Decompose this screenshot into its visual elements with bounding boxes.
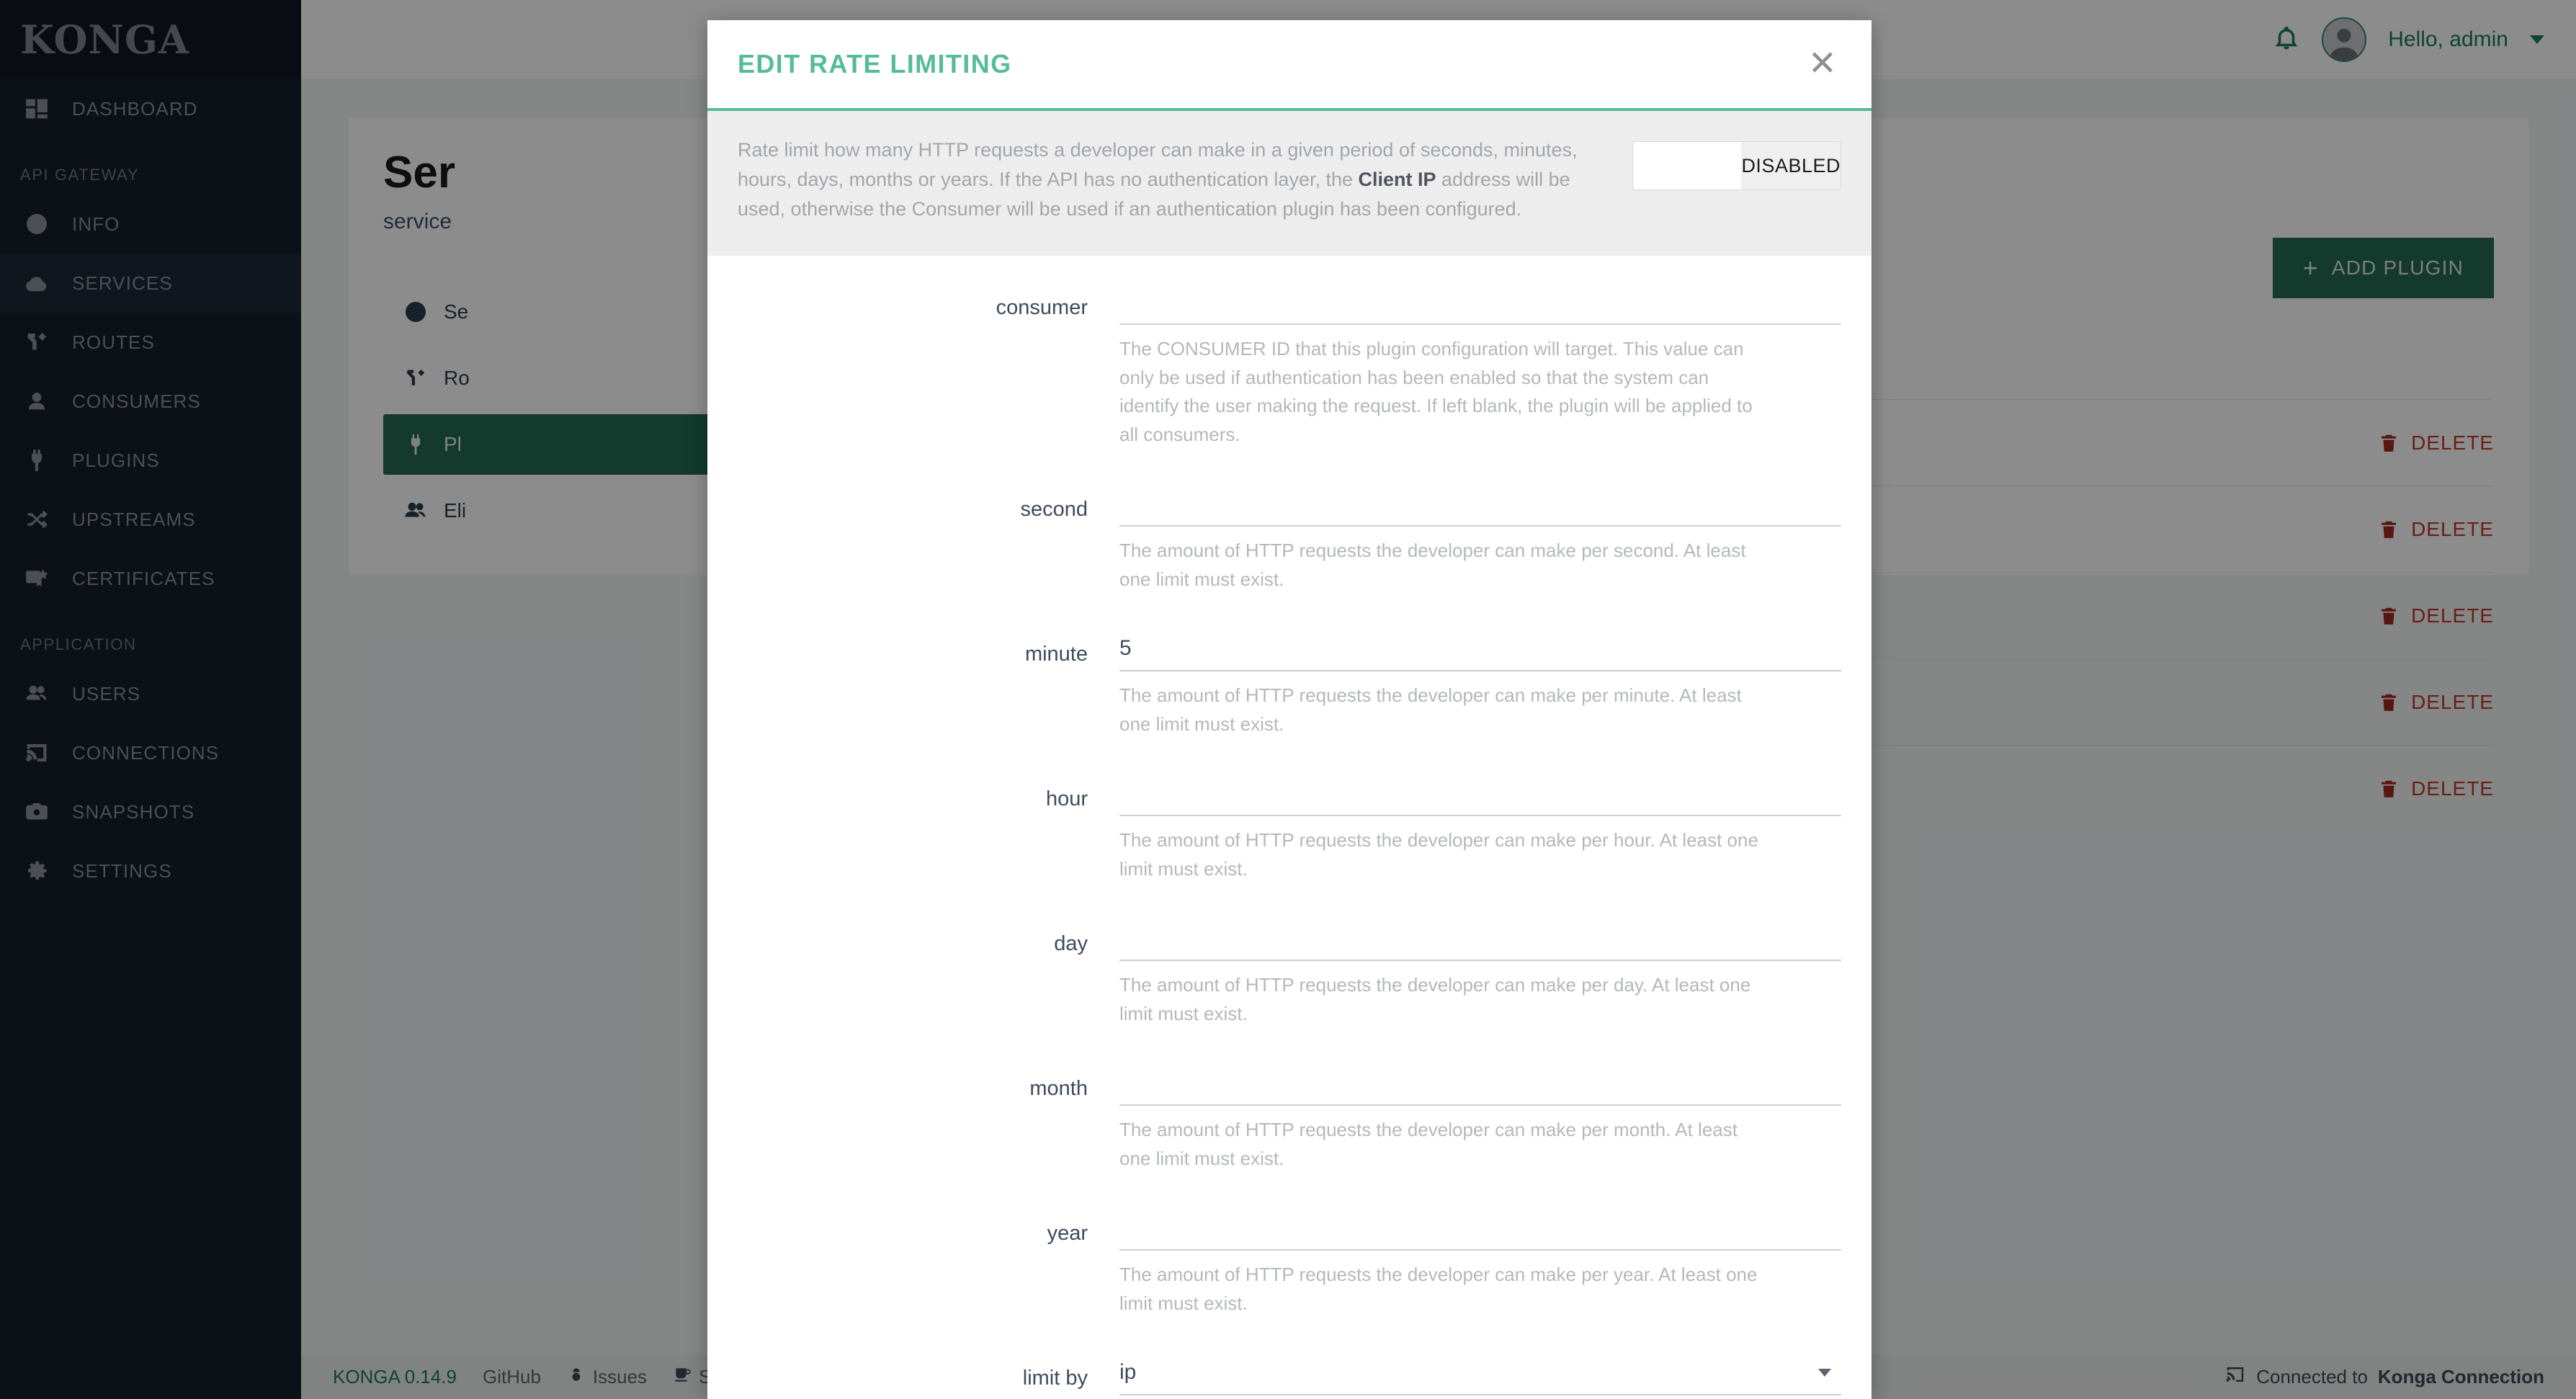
dialog-title: EDIT RATE LIMITING bbox=[738, 49, 1012, 79]
toggle-knob bbox=[1633, 142, 1742, 189]
field-label: year bbox=[1047, 1222, 1088, 1246]
field-help: The amount of HTTP requests the develope… bbox=[1119, 829, 1758, 880]
field-day: day The amount of HTTP requests the deve… bbox=[738, 916, 1841, 1028]
field-help: The amount of HTTP requests the develope… bbox=[1119, 974, 1751, 1024]
minute-input[interactable]: 5 bbox=[1119, 627, 1841, 672]
second-input[interactable] bbox=[1119, 482, 1841, 527]
field-help: The amount of HTTP requests the develope… bbox=[1119, 1264, 1758, 1314]
field-help: The entity that will be used when aggreg… bbox=[1119, 1395, 1768, 1399]
year-input[interactable] bbox=[1119, 1206, 1841, 1251]
limit-by-select[interactable]: ip bbox=[1119, 1351, 1841, 1396]
field-label: hour bbox=[1045, 787, 1088, 811]
field-label: minute bbox=[1024, 643, 1088, 666]
field-help: The amount of HTTP requests the develope… bbox=[1119, 1119, 1738, 1169]
field-label: limit by bbox=[1022, 1367, 1088, 1390]
field-month: month The amount of HTTP requests the de… bbox=[738, 1061, 1841, 1173]
field-minute: minute 5 The amount of HTTP requests the… bbox=[738, 627, 1841, 738]
rate-limiting-form: consumer The CONSUMER ID that this plugi… bbox=[707, 256, 1871, 1399]
field-year: year The amount of HTTP requests the dev… bbox=[738, 1206, 1841, 1318]
field-label: month bbox=[1029, 1077, 1088, 1101]
day-input[interactable] bbox=[1119, 916, 1841, 962]
toggle-state-label: DISABLED bbox=[1741, 154, 1841, 176]
field-help: The CONSUMER ID that this plugin configu… bbox=[1119, 338, 1753, 445]
consumer-input[interactable] bbox=[1119, 280, 1841, 326]
edit-rate-limiting-dialog: EDIT RATE LIMITING ✕ Rate limit how many… bbox=[707, 20, 1871, 1399]
field-consumer: consumer The CONSUMER ID that this plugi… bbox=[738, 280, 1841, 449]
limit-by-value: ip bbox=[1119, 1360, 1137, 1385]
field-help: The amount of HTTP requests the develope… bbox=[1119, 540, 1746, 590]
field-hour: hour The amount of HTTP requests the dev… bbox=[738, 772, 1841, 883]
field-label: second bbox=[1020, 498, 1088, 522]
dialog-description-bar: Rate limit how many HTTP requests a deve… bbox=[707, 111, 1871, 256]
field-label: consumer bbox=[996, 296, 1088, 320]
field-second: second The amount of HTTP requests the d… bbox=[738, 482, 1841, 594]
hour-input[interactable] bbox=[1119, 772, 1841, 817]
dialog-description: Rate limit how many HTTP requests a deve… bbox=[738, 135, 1615, 224]
field-label: day bbox=[1054, 932, 1088, 956]
close-icon[interactable]: ✕ bbox=[1804, 47, 1841, 81]
dialog-header: EDIT RATE LIMITING ✕ bbox=[707, 20, 1871, 111]
field-help: The amount of HTTP requests the develope… bbox=[1119, 684, 1742, 735]
description-client-ip: Client IP bbox=[1358, 169, 1436, 191]
screen: KONGA DASHBOARD API GATEWAY INFO SERVICE… bbox=[0, 0, 2576, 1399]
enable-plugin-toggle[interactable]: DISABLED bbox=[1632, 141, 1841, 190]
chevron-down-icon bbox=[1818, 1368, 1831, 1377]
field-limit-by: limit by ip The entity that will be used… bbox=[738, 1351, 1841, 1399]
month-input[interactable] bbox=[1119, 1061, 1841, 1107]
